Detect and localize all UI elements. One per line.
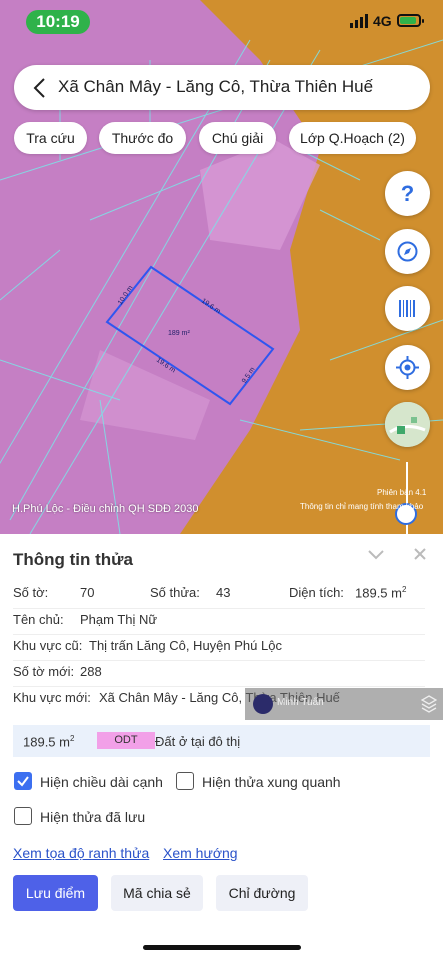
so-to-label: Số tờ: (13, 585, 49, 600)
checkbox-show-edges[interactable] (14, 772, 32, 790)
directions-button[interactable]: Chỉ đường (216, 875, 308, 911)
parcel-info-panel: Thông tin thửa Số tờ: 70 Số thửa: 43 Diệ… (0, 534, 443, 960)
land-code-badge: ODT (97, 732, 155, 749)
parcel-area-label: 189 m² (168, 330, 190, 337)
new-area-label: Khu vực mới: (13, 690, 91, 705)
floating-overlay[interactable]: Minh Tuấn (245, 688, 443, 720)
checkbox-show-saved[interactable] (14, 807, 32, 825)
svg-text:?: ? (401, 181, 414, 206)
location-title: Xã Chân Mây - Lăng Cô, Thừa Thiên Huế (58, 77, 374, 96)
back-icon[interactable] (32, 77, 46, 99)
view-boundary-coords-link[interactable]: Xem tọa độ ranh thửa (13, 845, 149, 861)
view-direction-link[interactable]: Xem hướng (163, 845, 238, 861)
overlay-user-name: Minh Tuấn (277, 697, 324, 708)
chip-thuoc-do[interactable]: Thước đo (99, 122, 186, 154)
battery-icon (397, 14, 424, 27)
chip-chu-giai[interactable]: Chú giải (199, 122, 276, 154)
new-sheet-label: Số tờ mới: (13, 664, 75, 679)
barcode-icon (399, 300, 415, 317)
help-icon: ? (401, 181, 414, 206)
home-indicator (143, 945, 301, 950)
panel-title: Thông tin thửa (13, 550, 133, 569)
dien-tich-label: Diện tích: (289, 585, 344, 600)
new-sheet-value: 288 (80, 664, 102, 679)
so-thua-label: Số thửa: (150, 585, 200, 600)
checkbox-show-neighbors[interactable] (176, 772, 194, 790)
divider (13, 660, 425, 661)
so-thua-value: 43 (216, 585, 231, 600)
collapse-chevron-icon[interactable] (367, 548, 385, 562)
share-code-button[interactable]: Mã chia sẻ (111, 875, 203, 911)
barcode-button[interactable] (385, 286, 430, 331)
network-type: 4G (373, 13, 392, 29)
divider (13, 608, 425, 609)
owner-value: Phạm Thị Nữ (80, 612, 158, 627)
close-icon[interactable] (413, 547, 427, 561)
map-version: Phiên bản 4.1 (377, 488, 427, 497)
chip-lop-quy-hoach[interactable]: Lớp Q.Hoạch (2) (289, 122, 416, 154)
check-icon (17, 776, 29, 787)
checkbox-show-saved-label[interactable]: Hiện thửa đã lưu (40, 809, 145, 825)
checkbox-show-edges-label[interactable]: Hiện chiều dài cạnh (40, 774, 163, 790)
map-view[interactable]: 189 m² 19.6 m 10.0 m 19.6 m 9.5 m 10:19 … (0, 0, 443, 534)
so-to-value: 70 (80, 585, 95, 600)
land-use-row: 189.5 m2 ODT Đất ở tại đô thị (13, 725, 430, 757)
save-point-button[interactable]: Lưu điểm (13, 875, 98, 911)
divider (13, 686, 425, 687)
owner-label: Tên chủ: (13, 612, 64, 627)
old-area-label: Khu vực cũ: (13, 638, 83, 653)
divider (13, 634, 425, 635)
signal-icon (350, 14, 368, 28)
map-type-button[interactable] (385, 402, 430, 447)
dien-tich-value: 189.5 m2 (355, 585, 407, 601)
location-target-icon (396, 356, 419, 379)
chip-tra-cuu[interactable]: Tra cứu (14, 122, 87, 154)
old-area-value: Thị trấn Lăng Cô, Huyện Phú Lộc (89, 638, 282, 653)
land-type: Đất ở tại đô thị (155, 734, 241, 749)
status-bar: 10:19 4G (0, 0, 443, 48)
compass-button[interactable] (385, 229, 430, 274)
compass-icon (397, 241, 418, 262)
layers-icon (421, 695, 437, 713)
map-thumbnail-icon (385, 402, 430, 447)
help-button[interactable]: ? (385, 171, 430, 216)
checkbox-show-neighbors-label[interactable]: Hiện thửa xung quanh (202, 774, 341, 790)
map-layer-label: H.Phú Lộc - Điều chỉnh QH SDĐ 2030 (12, 503, 199, 515)
map-note: Thông tin chỉ mang tính tham khảo (300, 502, 424, 511)
clock: 10:19 (26, 10, 90, 34)
search-bar[interactable]: Xã Chân Mây - Lăng Cô, Thừa Thiên Huế (14, 65, 430, 110)
land-area: 189.5 m2 (23, 734, 75, 750)
avatar (253, 694, 273, 714)
my-location-button[interactable] (385, 345, 430, 390)
